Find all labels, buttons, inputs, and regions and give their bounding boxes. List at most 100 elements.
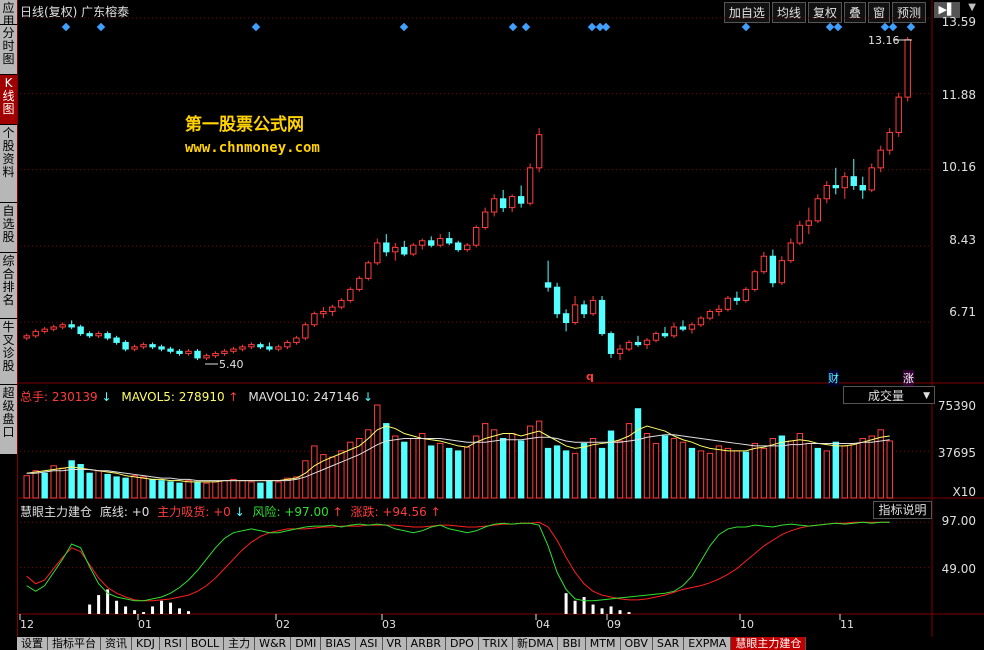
candle-body [571,304,579,324]
candle-body [131,346,138,350]
absorb-bar [151,606,155,614]
bottom-tab-15[interactable]: 新DMA [512,637,559,650]
volume-bar [23,475,30,499]
bottom-tab-14[interactable]: TRIX [478,637,513,650]
absorb-bar [160,600,164,614]
volume-bar [616,440,624,499]
candle-body [329,306,336,312]
risk-label: 风险: +97.00 [252,505,329,519]
candle-body [733,297,741,301]
volume-dropdown-label: 成交量 [868,389,905,403]
volume-bar [661,435,669,499]
bottom-tab-20[interactable]: EXPMA [684,637,732,650]
absorb-bar [88,604,92,614]
bottom-tab-21[interactable]: 慧眼主力建仓 [731,637,807,650]
volume-bar [715,445,723,499]
absorb-bar [124,606,128,614]
candle-body [338,299,345,308]
event-diamond [880,22,890,32]
volume-tick-2: 37695 [937,446,976,460]
bottom-tab-17[interactable]: MTM [585,637,621,650]
bottom-tab-18[interactable]: OBV [620,637,653,650]
month-label-04: 04 [536,618,550,631]
volume-bar [670,437,678,499]
mavol10-label: MAVOL10: 247146 [248,390,360,404]
volume-bar [446,447,453,499]
k-line-chart[interactable] [0,0,984,650]
bottom-tab-1[interactable]: 指标平台 [48,637,101,650]
finance-mark[interactable]: 财 [828,370,839,386]
volume-bar [41,472,48,499]
limit-up-mark[interactable]: 涨 [903,370,914,386]
volume-bar [598,447,606,499]
volume-bar [149,478,156,499]
price-tick-5: 6.71 [949,305,976,319]
candle-body [59,324,66,328]
candle-body [751,271,759,290]
volume-bar [95,470,102,499]
candle-body [383,242,390,253]
bottom-tab-11[interactable]: VR [382,637,407,650]
event-mark-q[interactable]: q [586,370,594,383]
bottom-tab-5[interactable]: BOLL [186,637,225,650]
volume-bar [652,442,660,499]
bottom-tab-8[interactable]: DMI [291,637,322,650]
candle-body [670,326,678,337]
bottom-tab-2[interactable]: 资讯 [101,637,132,650]
low-price-annotation: 5.40 [219,358,244,371]
candle-body [401,246,408,255]
candle-body [122,341,129,350]
month-label-09: 09 [607,618,621,631]
volume-bar [751,442,759,499]
candle-body [239,346,246,350]
volume-bar [490,429,498,499]
event-diamond [508,22,518,32]
candle-body [149,344,156,348]
volume-bar [526,425,534,499]
candle-body [544,282,552,288]
bottom-tab-4[interactable]: RSI [159,637,187,650]
candle-body [562,313,570,324]
candle-body [499,198,507,209]
absorb-bar [564,593,568,614]
candle-body [446,238,453,244]
volume-bar [823,450,830,499]
bottom-tab-19[interactable]: SAR [652,637,685,650]
bottom-tab-12[interactable]: ARBR [406,637,447,650]
bottom-tab-16[interactable]: BBI [558,637,586,650]
candle-body [517,196,525,204]
volume-bar [733,450,741,499]
volume-bar [850,442,857,499]
absorb-bar [97,595,101,614]
candle-body [607,333,615,354]
month-label-10: 10 [740,618,754,631]
volume-bar [508,433,516,499]
candle-body [652,333,660,341]
volume-bar [113,476,120,499]
volume-bar [131,475,138,499]
candle-body [715,308,723,312]
volume-bar [455,450,462,499]
volume-indicator-dropdown[interactable]: 成交量 ▼ [843,386,935,404]
bottom-tab-0[interactable]: 设置 [17,637,48,650]
month-label-01: 01 [138,618,152,631]
volume-bar [589,437,597,499]
volume-bar [571,452,579,499]
candle-body [230,348,237,352]
candle-body [176,350,183,354]
absorb-bar [115,600,119,614]
bottom-tab-10[interactable]: ASI [355,637,383,650]
bottom-tab-13[interactable]: DPO [446,637,479,650]
volume-bar [86,472,93,499]
bottom-tab-9[interactable]: BIAS [321,637,356,650]
volume-bar [176,482,183,499]
bottom-tab-6[interactable]: 主力 [224,637,256,650]
indicator-help-button[interactable]: 指标说明 [873,501,932,519]
bottom-tab-3[interactable]: KDJ [132,637,160,650]
risk-line [26,521,890,602]
candle-body [589,299,597,315]
event-diamond [96,22,106,32]
volume-bar [607,430,615,499]
price-tick-1: 13.59 [941,15,976,29]
bottom-tab-7[interactable]: W&R [255,637,292,650]
